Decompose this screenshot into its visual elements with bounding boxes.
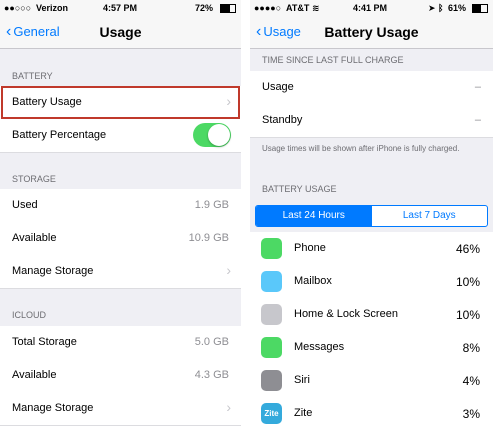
app-name: Messages (294, 341, 345, 353)
used-value: 1.9 GB (194, 199, 229, 211)
chevron-right-icon: › (226, 262, 231, 278)
icloud-manage-storage-label: Manage Storage (12, 402, 94, 414)
app-name: Siri (294, 374, 310, 386)
usage-note: Usage times will be shown after iPhone i… (262, 144, 460, 153)
app-percentage: 8% (462, 341, 480, 355)
list-item: Mailbox 10% (250, 265, 493, 298)
battery-header: BATTERY (12, 71, 53, 81)
carrier-label: Verizon (36, 3, 69, 13)
time-label: 4:41 PM (353, 3, 388, 13)
segment-last-7-days[interactable]: Last 7 Days (372, 206, 488, 226)
manage-storage-label: Manage Storage (12, 265, 94, 277)
battery-percentage-label: Battery Percentage (12, 129, 107, 141)
available-row: Available 10.9 GB (0, 222, 241, 256)
time-label: 4:57 PM (103, 3, 138, 13)
icloud-header: ICLOUD (12, 310, 47, 320)
standby-row: Standby – (250, 104, 493, 138)
status-bar: ●●●●○ AT&T ≋ 4:41 PM ➤ ᛒ 61% (250, 0, 493, 16)
phone-icon (261, 238, 282, 259)
app-name: Home & Lock Screen (294, 308, 398, 320)
app-name: Mailbox (294, 275, 332, 287)
carrier-label: AT&T (286, 3, 310, 13)
zite-icon: Zite (261, 403, 282, 424)
siri-icon (261, 370, 282, 391)
app-name: Phone (294, 242, 326, 254)
usage-row: Usage – (250, 71, 493, 105)
battery-icon (472, 4, 488, 13)
app-percentage: 4% (462, 374, 480, 388)
icloud-manage-storage-row[interactable]: Manage Storage › (0, 392, 241, 426)
battery-icon (220, 4, 236, 13)
app-percentage: 46% (455, 242, 480, 256)
available-label: Available (12, 232, 57, 244)
battery-usage-screen: ●●●●○ AT&T ≋ 4:41 PM ➤ ᛒ 61% ‹ Usage Batt… (250, 0, 493, 426)
usage-screen: ●●○○○ Verizon 4:57 PM 72% ‹ General Usage… (0, 0, 241, 426)
toggle-knob (208, 124, 230, 146)
battery-percent: 61% (448, 3, 467, 13)
battery-percentage-toggle[interactable] (193, 123, 231, 147)
icloud-available-value: 4.3 GB (194, 369, 229, 381)
highlight-box (1, 86, 240, 119)
usage-label: Usage (262, 81, 294, 93)
standby-label: Standby (262, 114, 303, 126)
icloud-available-row: Available 4.3 GB (0, 359, 241, 393)
app-percentage: 10% (455, 308, 480, 322)
total-storage-value: 5.0 GB (194, 336, 229, 348)
list-item: Home & Lock Screen 10% (250, 298, 493, 331)
list-item: Zite Zite 3% (250, 397, 493, 426)
storage-header: STORAGE (12, 174, 56, 184)
chevron-right-icon: › (226, 399, 231, 415)
manage-storage-row[interactable]: Manage Storage › (0, 255, 241, 289)
home-lock-icon (261, 304, 282, 325)
list-item: Messages 8% (250, 331, 493, 364)
total-storage-row: Total Storage 5.0 GB (0, 326, 241, 360)
available-value: 10.9 GB (188, 232, 229, 244)
used-row: Used 1.9 GB (0, 189, 241, 223)
since-full-charge-header: TIME SINCE LAST FULL CHARGE (262, 55, 404, 65)
nav-bar: ‹ Usage Battery Usage (250, 16, 493, 49)
icloud-available-label: Available (12, 369, 57, 381)
location-icon: ➤ (428, 3, 436, 13)
app-percentage: 10% (455, 275, 480, 289)
battery-percent: 72% (195, 3, 214, 13)
page-title: Battery Usage (324, 24, 419, 40)
segment-last-24-hours[interactable]: Last 24 Hours (256, 206, 372, 226)
battery-usage-header: BATTERY USAGE (262, 184, 337, 194)
battery-percentage-row: Battery Percentage (0, 119, 241, 153)
signal-icon: ●●●●○ (254, 3, 282, 13)
used-label: Used (12, 199, 38, 211)
wifi-icon: ≋ (312, 3, 320, 13)
messages-icon (261, 337, 282, 358)
bluetooth-icon: ᛒ (438, 3, 444, 13)
signal-icon: ●●○○○ (4, 3, 32, 13)
list-item: Siri 4% (250, 364, 493, 397)
mailbox-icon (261, 271, 282, 292)
status-bar: ●●○○○ Verizon 4:57 PM 72% (0, 0, 241, 16)
app-percentage: 3% (462, 407, 480, 421)
usage-value: – (474, 81, 481, 93)
standby-value: – (474, 114, 481, 126)
app-name: Zite (294, 407, 313, 419)
nav-bar: ‹ General Usage (0, 16, 241, 49)
total-storage-label: Total Storage (12, 336, 77, 348)
time-range-segmented-control: Last 24 Hours Last 7 Days (255, 205, 488, 227)
list-item: Phone 46% (250, 232, 493, 265)
page-title: Usage (99, 24, 142, 40)
